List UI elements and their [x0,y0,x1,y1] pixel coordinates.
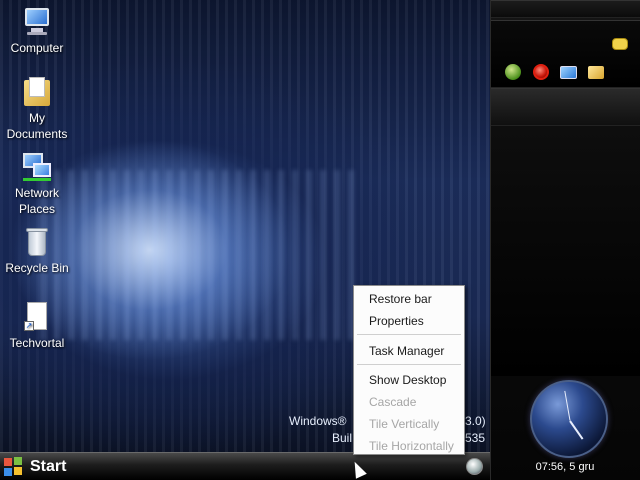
computer-icon [21,6,53,38]
desktop-icon-computer[interactable]: Computer [0,6,74,56]
sidebar-panel [491,88,640,126]
chat-bubble-icon[interactable] [612,38,628,50]
clock-minute-hand [564,390,571,421]
desktop-icon-techvortal[interactable]: ↗ Techvortal [0,301,74,351]
desktop-icon-label: Computer [10,41,64,55]
documents-folder-icon [21,76,53,108]
analog-clock[interactable] [530,380,608,458]
menu-item-restore-bar[interactable]: Restore bar [369,292,432,306]
network-icon [21,151,53,183]
monitor-icon[interactable] [560,66,577,79]
desktop-icon-network-places[interactable]: Network Places [0,151,74,217]
version-text: 3.0) [465,414,486,428]
windows-flag-icon [4,457,24,477]
opera-icon[interactable] [533,64,549,80]
menu-item-show-desktop[interactable]: Show Desktop [369,373,446,387]
wallpaper-rays [40,170,360,340]
sidebar-panel [491,126,640,376]
file-shortcut-icon: ↗ [21,301,53,333]
taskbar[interactable]: Start [0,452,490,480]
desktop-icon-label: Techvortal [9,336,65,350]
menu-item-properties[interactable]: Properties [369,314,424,328]
menu-separator [357,334,461,335]
desktop-icon-my-documents[interactable]: My Documents [0,76,74,142]
context-menu: Restore bar Properties Task Manager Show… [353,285,465,455]
tray-orb-icon[interactable] [466,458,483,475]
folder-icon[interactable] [588,66,604,79]
green-orb-icon[interactable] [505,64,521,80]
clock-text: 07:56, 5 gru [535,461,595,473]
menu-item-tile-vertically[interactable]: Tile Vertically [369,417,439,431]
desktop-icon-recycle-bin[interactable]: Recycle Bin [0,226,74,276]
clock-hour-hand [569,420,584,440]
menu-separator [357,364,461,365]
start-label: Start [30,458,67,475]
version-text: Windows® [289,414,347,428]
start-button[interactable]: Start [4,455,70,479]
desktop-icon-label: Recycle Bin [5,261,69,275]
menu-item-task-manager[interactable]: Task Manager [369,344,444,358]
sidebar-top-band [491,0,640,18]
desktop-icon-label: Network Places [14,186,59,216]
desktop-icon-label: My Documents [6,111,68,141]
menu-item-tile-horizontally[interactable]: Tile Horizontally [369,439,454,453]
menu-item-cascade[interactable]: Cascade [369,395,416,409]
recycle-bin-icon [21,226,53,258]
build-text: 535 [465,431,486,445]
build-text: Buil [332,431,353,445]
